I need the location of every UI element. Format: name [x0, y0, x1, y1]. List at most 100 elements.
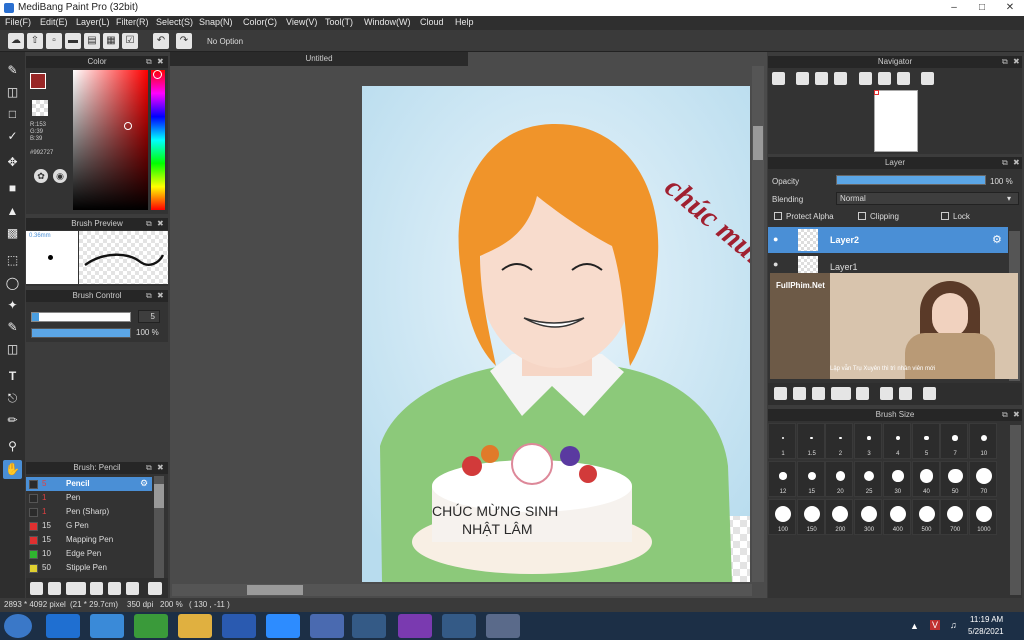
- brush-item-pen-sharp[interactable]: 1 Pen (Sharp): [26, 505, 166, 519]
- zoom-out-icon[interactable]: [834, 72, 847, 85]
- brush-size-slider[interactable]: [31, 312, 131, 322]
- vertical-scroll-thumb[interactable]: [753, 126, 763, 160]
- comment-icon[interactable]: ▫: [46, 33, 62, 49]
- brush-item-pen[interactable]: 1 Pen: [26, 491, 166, 505]
- brush-import-icon[interactable]: [90, 582, 103, 595]
- delete-layer-icon[interactable]: [923, 387, 936, 400]
- minimize-button[interactable]: –: [944, 1, 964, 15]
- layer-row-layer1[interactable]: ● Layer1: [768, 254, 1008, 274]
- palette-icon[interactable]: ✿: [34, 169, 48, 183]
- brush-item-stipple-pen[interactable]: 50 Stipple Pen: [26, 561, 166, 575]
- maximize-button[interactable]: □: [972, 1, 992, 15]
- start-button[interactable]: [4, 614, 32, 638]
- rectangle-tool-icon[interactable]: □: [3, 105, 22, 124]
- menu-select[interactable]: Select(S): [156, 17, 193, 27]
- brush-size-scrollbar[interactable]: [1010, 425, 1021, 595]
- document-icon[interactable]: ▤: [84, 33, 100, 49]
- menu-help[interactable]: Help: [455, 17, 474, 27]
- brush-item-edge-pen[interactable]: 10 Edge Pen: [26, 547, 166, 561]
- brush-size-cell[interactable]: 2: [825, 423, 854, 459]
- antivirus-icon[interactable]: V: [930, 620, 941, 630]
- brush-size-cell[interactable]: 300: [854, 499, 883, 535]
- clipping-checkbox[interactable]: [858, 212, 866, 220]
- brush-item-pencil[interactable]: 5 Pencil ⚙: [26, 477, 152, 491]
- undock-icon[interactable]: ⧉: [1002, 56, 1008, 68]
- undock-icon[interactable]: ⧉: [1002, 409, 1008, 421]
- close-panel-icon[interactable]: ✖: [1013, 409, 1020, 421]
- protect-alpha-checkbox[interactable]: [774, 212, 782, 220]
- taskbar-game-icon[interactable]: [398, 614, 432, 638]
- select-pen-tool-icon[interactable]: ✎: [3, 318, 22, 337]
- menu-color[interactable]: Color(C): [243, 17, 277, 27]
- brush-size-cell[interactable]: 1000: [968, 499, 997, 535]
- add-brush-icon[interactable]: [30, 582, 43, 595]
- undock-icon[interactable]: ⧉: [1002, 157, 1008, 169]
- taskbar-medibang-icon[interactable]: [442, 614, 476, 638]
- brush-item-mapping-pen[interactable]: 15 Mapping Pen: [26, 533, 166, 547]
- visibility-eye-icon[interactable]: ●: [773, 259, 778, 269]
- document-tab[interactable]: Untitled: [170, 52, 468, 66]
- new-halftone-layer-icon[interactable]: [793, 387, 806, 400]
- menu-file[interactable]: File(F): [5, 17, 31, 27]
- brush-size-cell[interactable]: 70: [968, 461, 997, 497]
- divide-tool-icon[interactable]: ✏: [3, 411, 22, 430]
- rotate-right-icon[interactable]: [897, 72, 910, 85]
- flip-icon[interactable]: [921, 72, 934, 85]
- blending-select[interactable]: Normal ▾: [836, 192, 1019, 205]
- taskbar-paint-icon[interactable]: [486, 614, 520, 638]
- close-button[interactable]: ✕: [1000, 1, 1020, 15]
- bucket-tool-icon[interactable]: ▲: [3, 202, 22, 221]
- menu-view[interactable]: View(V): [286, 17, 317, 27]
- brush-size-cell[interactable]: 40: [911, 461, 940, 497]
- move-tool-icon[interactable]: ✥: [3, 153, 22, 172]
- brush-size-cell[interactable]: 7: [940, 423, 969, 459]
- brush-size-cell[interactable]: 12: [768, 461, 796, 497]
- brush-list-scrollbar[interactable]: [154, 476, 164, 578]
- menu-snap[interactable]: Snap(N): [199, 17, 233, 27]
- brush-size-cell[interactable]: 200: [825, 499, 854, 535]
- brush-size-cell[interactable]: 700: [940, 499, 969, 535]
- saturation-value-picker[interactable]: [73, 70, 148, 210]
- brush-size-cell[interactable]: 30: [882, 461, 911, 497]
- brush-size-cell[interactable]: 1.5: [796, 423, 825, 459]
- operation-tool-icon[interactable]: ⎋: [3, 389, 22, 408]
- hue-slider[interactable]: [151, 70, 165, 210]
- taskbar-app2-icon[interactable]: [310, 614, 344, 638]
- menu-tool[interactable]: Tool(T): [325, 17, 353, 27]
- lasso-tool-icon[interactable]: ◯: [3, 274, 22, 293]
- checkbox-list-icon[interactable]: ☑: [122, 33, 138, 49]
- grid-icon[interactable]: ▦: [103, 33, 119, 49]
- foreground-swatch[interactable]: [30, 73, 46, 89]
- new-layer-icon[interactable]: [774, 387, 787, 400]
- new-layer-8bit-icon[interactable]: [812, 387, 825, 400]
- fit-icon[interactable]: [815, 72, 828, 85]
- folder-icon[interactable]: [108, 582, 121, 595]
- navigator-thumbnail[interactable]: [874, 90, 918, 152]
- taskbar-zoom-icon[interactable]: [266, 614, 300, 638]
- brush-size-cell[interactable]: 500: [911, 499, 940, 535]
- redo-icon[interactable]: ↷: [176, 33, 192, 49]
- volume-icon[interactable]: ♫: [950, 620, 957, 630]
- gear-icon[interactable]: ⚙: [140, 478, 148, 489]
- hue-cursor[interactable]: [153, 70, 162, 79]
- new-brush-icon[interactable]: [48, 582, 61, 595]
- brush-size-cell[interactable]: 400: [882, 499, 911, 535]
- brush-settings-icon[interactable]: [66, 582, 86, 595]
- network-icon[interactable]: ▲: [910, 621, 919, 631]
- select-eraser-tool-icon[interactable]: ◫: [3, 340, 22, 359]
- color-picker-cursor[interactable]: [124, 122, 132, 130]
- brush-size-grid[interactable]: 1 1.5 2 3 4 5 7 10 12 15 20 25 30 40 50 70 100 150 200 300 4…: [768, 423, 998, 539]
- delete-brush-icon[interactable]: [148, 582, 162, 595]
- chat-icon[interactable]: ▬: [65, 33, 81, 49]
- brush-size-cell[interactable]: 100: [768, 499, 796, 535]
- brush-size-cell[interactable]: 15: [796, 461, 825, 497]
- brush-size-cell[interactable]: 5: [911, 423, 940, 459]
- close-panel-icon[interactable]: ✖: [157, 290, 164, 302]
- menu-cloud[interactable]: Cloud: [420, 17, 444, 27]
- close-panel-icon[interactable]: ✖: [157, 462, 164, 474]
- cloud-icon[interactable]: ☁: [8, 33, 24, 49]
- brush-size-cell[interactable]: 50: [940, 461, 969, 497]
- close-panel-icon[interactable]: ✖: [157, 56, 164, 68]
- taskbar-chrome-icon[interactable]: [352, 614, 386, 638]
- brush-size-cell[interactable]: 1: [768, 423, 796, 459]
